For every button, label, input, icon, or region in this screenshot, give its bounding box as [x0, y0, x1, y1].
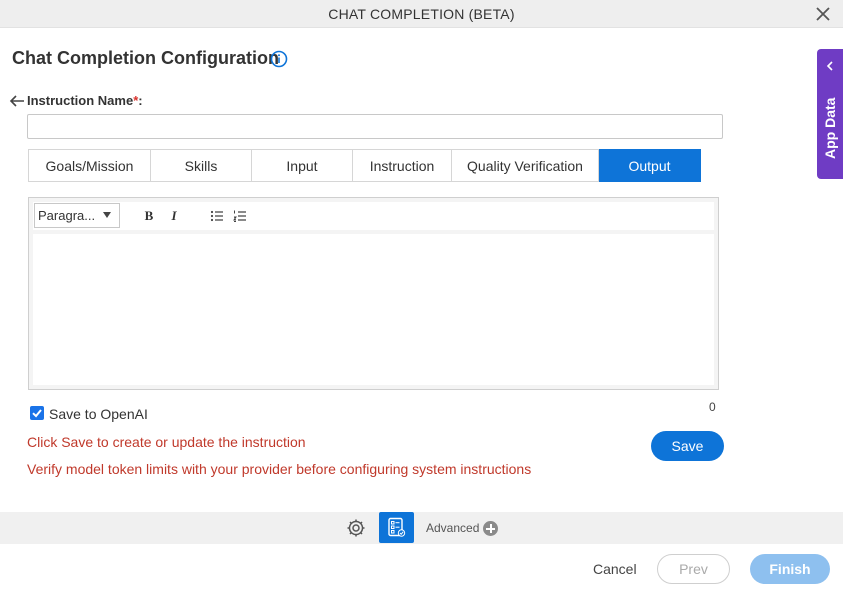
cancel-button[interactable]: Cancel — [593, 561, 637, 577]
bullet-list-icon[interactable] — [209, 208, 225, 224]
save-to-openai-label: Save to OpenAI — [49, 406, 148, 422]
editor-toolbar: Paragra... B I — [33, 202, 714, 230]
advanced-link[interactable]: Advanced — [426, 521, 479, 535]
instruction-name-label-text: Instruction Name — [27, 93, 134, 108]
chevron-left-icon — [826, 61, 833, 71]
bold-button[interactable]: B — [141, 208, 157, 224]
instruction-name-label: Instruction Name*: — [27, 93, 143, 108]
paragraph-format-value: Paragra... — [38, 208, 96, 223]
editor-content[interactable] — [33, 234, 714, 385]
title-bar: CHAT COMPLETION (BETA) — [0, 0, 843, 28]
finish-button[interactable]: Finish — [750, 554, 830, 584]
italic-button[interactable]: I — [166, 208, 182, 224]
character-count: 0 — [709, 400, 716, 414]
tab-quality-verification[interactable]: Quality Verification — [452, 149, 599, 182]
gear-icon[interactable] — [345, 517, 367, 539]
window-title: CHAT COMPLETION (BETA) — [328, 6, 515, 22]
close-icon[interactable] — [813, 4, 833, 24]
save-hint-message: Click Save to create or update the instr… — [27, 434, 306, 450]
instruction-tabs: Goals/Mission Skills Input Instruction Q… — [28, 149, 701, 182]
app-data-label: App Data — [822, 97, 838, 159]
paragraph-format-select[interactable]: Paragra... — [34, 203, 120, 228]
rich-text-editor: Paragra... B I — [28, 197, 719, 390]
tab-instruction[interactable]: Instruction — [353, 149, 452, 182]
tab-input[interactable]: Input — [252, 149, 353, 182]
label-suffix: : — [138, 93, 143, 108]
caret-down-icon — [103, 212, 111, 218]
arrow-left-icon[interactable] — [9, 94, 25, 108]
plus-circle-icon[interactable] — [483, 521, 498, 536]
info-icon[interactable] — [270, 50, 288, 68]
settings-strip — [0, 512, 843, 544]
save-button[interactable]: Save — [651, 431, 724, 461]
form-settings-button[interactable] — [379, 512, 414, 543]
prev-button[interactable]: Prev — [657, 554, 730, 584]
tab-output[interactable]: Output — [599, 149, 701, 182]
token-warning-message: Verify model token limits with your prov… — [27, 461, 532, 477]
tab-skills[interactable]: Skills — [151, 149, 252, 182]
app-data-panel-toggle[interactable]: App Data — [817, 49, 843, 179]
instruction-name-input[interactable] — [27, 114, 723, 139]
tab-goals-mission[interactable]: Goals/Mission — [28, 149, 151, 182]
save-to-openai-checkbox[interactable] — [30, 406, 44, 420]
page-title: Chat Completion Configuration — [12, 48, 279, 68]
form-icon — [388, 517, 406, 537]
numbered-list-icon[interactable] — [232, 208, 248, 224]
